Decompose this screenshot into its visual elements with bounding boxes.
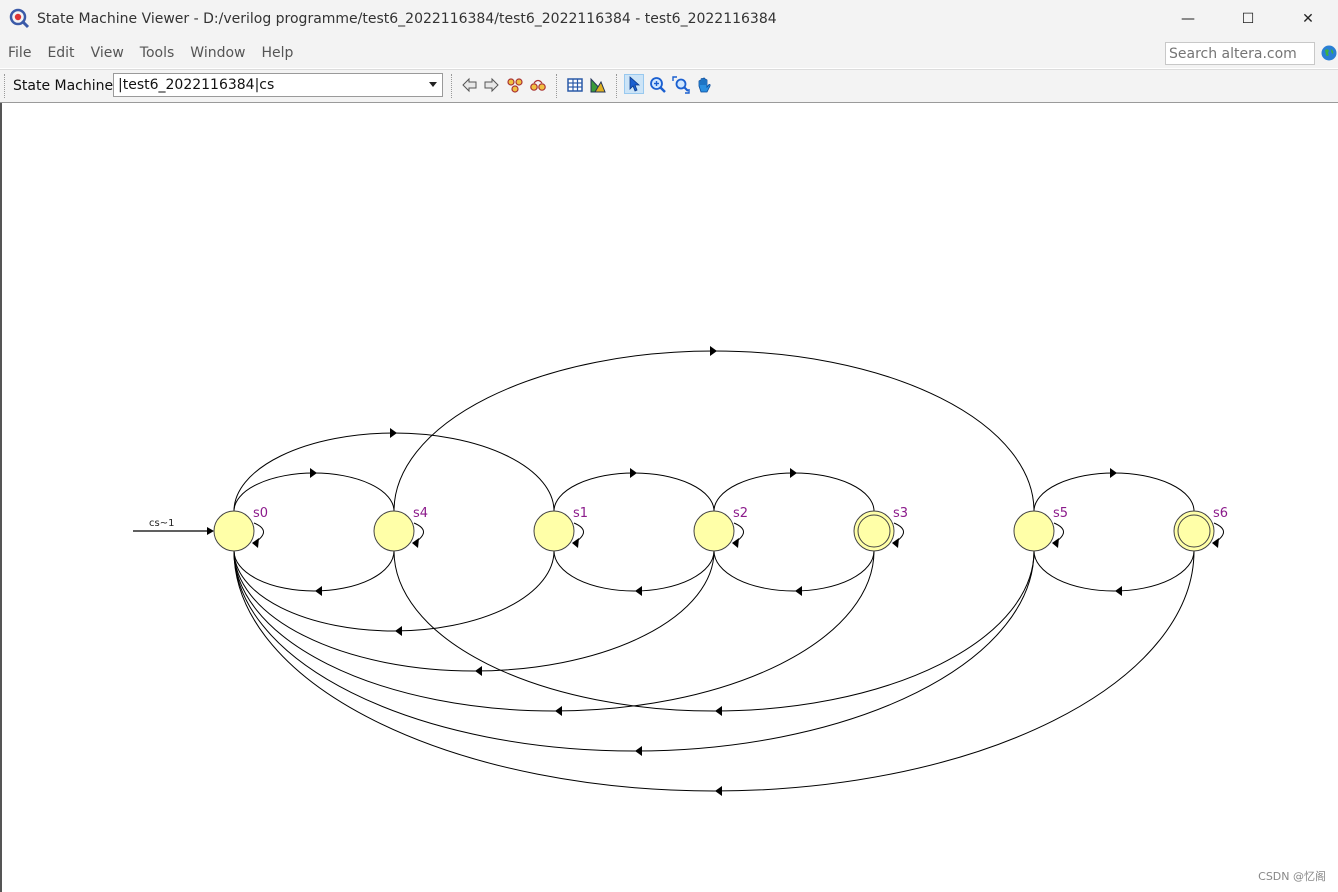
arrowhead: [732, 538, 739, 548]
maximize-button[interactable]: ☐: [1218, 0, 1278, 38]
transition-s6-s5: [1033, 550, 1195, 592]
title-bar: State Machine Viewer - D:/verilog progra…: [0, 0, 1338, 38]
arrowhead: [555, 706, 562, 716]
state-label: s4: [413, 506, 428, 521]
state-label: s5: [1053, 506, 1068, 521]
state-label: s3: [893, 506, 908, 521]
arrowhead: [795, 586, 802, 596]
globe-icon[interactable]: [1321, 45, 1337, 61]
state-machine-label: State Machine:: [13, 78, 118, 94]
transition-s6-s0: [233, 550, 1195, 792]
transition-s4-s0: [233, 550, 395, 592]
chevron-down-icon[interactable]: [429, 82, 437, 87]
state-s1[interactable]: s1: [533, 506, 588, 552]
transition-s3-s0: [233, 550, 875, 712]
state-label: s2: [733, 506, 748, 521]
show-states-icon[interactable]: [506, 76, 524, 94]
arrowhead: [1052, 538, 1059, 548]
state-label: s6: [1213, 506, 1228, 521]
menu-tools[interactable]: Tools: [132, 45, 183, 61]
pan-hand-icon[interactable]: [695, 76, 713, 94]
arrowhead: [390, 428, 397, 438]
menu-bar: File Edit View Tools Window Help: [0, 38, 1338, 68]
state-machine-diagram[interactable]: cs~1 s0 s4 s1 s2 s3 s5 s6: [1, 103, 1338, 892]
export-icon[interactable]: [589, 76, 607, 94]
menu-edit[interactable]: Edit: [39, 45, 82, 61]
arrowhead: [892, 538, 899, 548]
arrowhead: [412, 538, 419, 548]
arrowhead: [790, 468, 797, 478]
toolbar-grip[interactable]: [4, 74, 7, 98]
state-s0[interactable]: s0: [213, 506, 268, 552]
transition-edges: [233, 350, 1224, 792]
menu-view[interactable]: View: [83, 45, 132, 61]
arrowhead: [635, 586, 642, 596]
menu-file[interactable]: File: [0, 45, 39, 61]
back-icon[interactable]: [461, 76, 479, 94]
watermark: CSDN @忆阁: [1258, 870, 1326, 883]
state-label: s1: [573, 506, 588, 521]
state-s6[interactable]: s6: [1173, 506, 1228, 552]
arrowhead: [710, 346, 717, 356]
transition-s1-s0: [233, 550, 555, 632]
arrowhead: [635, 746, 642, 756]
transition-s2-s0: [233, 550, 715, 672]
arrowhead: [475, 666, 482, 676]
state-label: s0: [253, 506, 268, 521]
arrowhead: [572, 538, 579, 548]
toolbar-grip[interactable]: [451, 74, 454, 98]
state-s5[interactable]: s5: [1013, 506, 1068, 552]
state-s3[interactable]: s3: [853, 506, 908, 552]
arrowhead: [252, 538, 259, 548]
transition-s0-s1: [233, 432, 555, 512]
table-icon[interactable]: [566, 76, 584, 94]
window-title: State Machine Viewer - D:/verilog progra…: [37, 11, 777, 27]
state-nodes: s0 s4 s1 s2 s3 s5 s6: [213, 506, 1228, 552]
menu-window[interactable]: Window: [182, 45, 253, 61]
arrowhead: [630, 468, 637, 478]
show-transitions-icon[interactable]: [529, 76, 547, 94]
transition-s2-s1: [553, 550, 715, 592]
arrowhead: [1110, 468, 1117, 478]
reset-label: cs~1: [149, 518, 174, 529]
state-machine-select[interactable]: |test6_2022116384|cs: [113, 73, 443, 97]
forward-icon[interactable]: [482, 76, 500, 94]
fit-icon[interactable]: [672, 76, 690, 94]
transition-s5-s0: [233, 550, 1035, 752]
state-machine-value: |test6_2022116384|cs: [118, 77, 275, 93]
toolbar-grip[interactable]: [616, 74, 619, 98]
menu-help[interactable]: Help: [254, 45, 302, 61]
toolbar-grip[interactable]: [556, 74, 559, 98]
arrowhead: [315, 586, 322, 596]
state-s4[interactable]: s4: [373, 506, 428, 552]
quartus-app-icon: [9, 8, 30, 29]
arrowhead: [310, 468, 317, 478]
close-button[interactable]: ✕: [1278, 0, 1338, 38]
arrowhead: [395, 626, 402, 636]
arrowhead: [715, 706, 722, 716]
transition-s3-s2: [713, 550, 875, 592]
pointer-icon[interactable]: [624, 74, 644, 94]
toolbar: State Machine: |test6_2022116384|cs: [0, 69, 1338, 103]
search-input[interactable]: [1165, 42, 1315, 65]
arrowhead: [715, 786, 722, 796]
zoom-in-icon[interactable]: [649, 76, 667, 94]
transition-arrowheads: [252, 346, 1219, 796]
arrowhead: [1115, 586, 1122, 596]
minimize-button[interactable]: —: [1158, 0, 1218, 38]
arrowhead: [1212, 538, 1219, 548]
transition-s5-s4: [393, 550, 1035, 712]
transition-s4-s5: [393, 350, 1035, 512]
state-s2[interactable]: s2: [693, 506, 748, 552]
